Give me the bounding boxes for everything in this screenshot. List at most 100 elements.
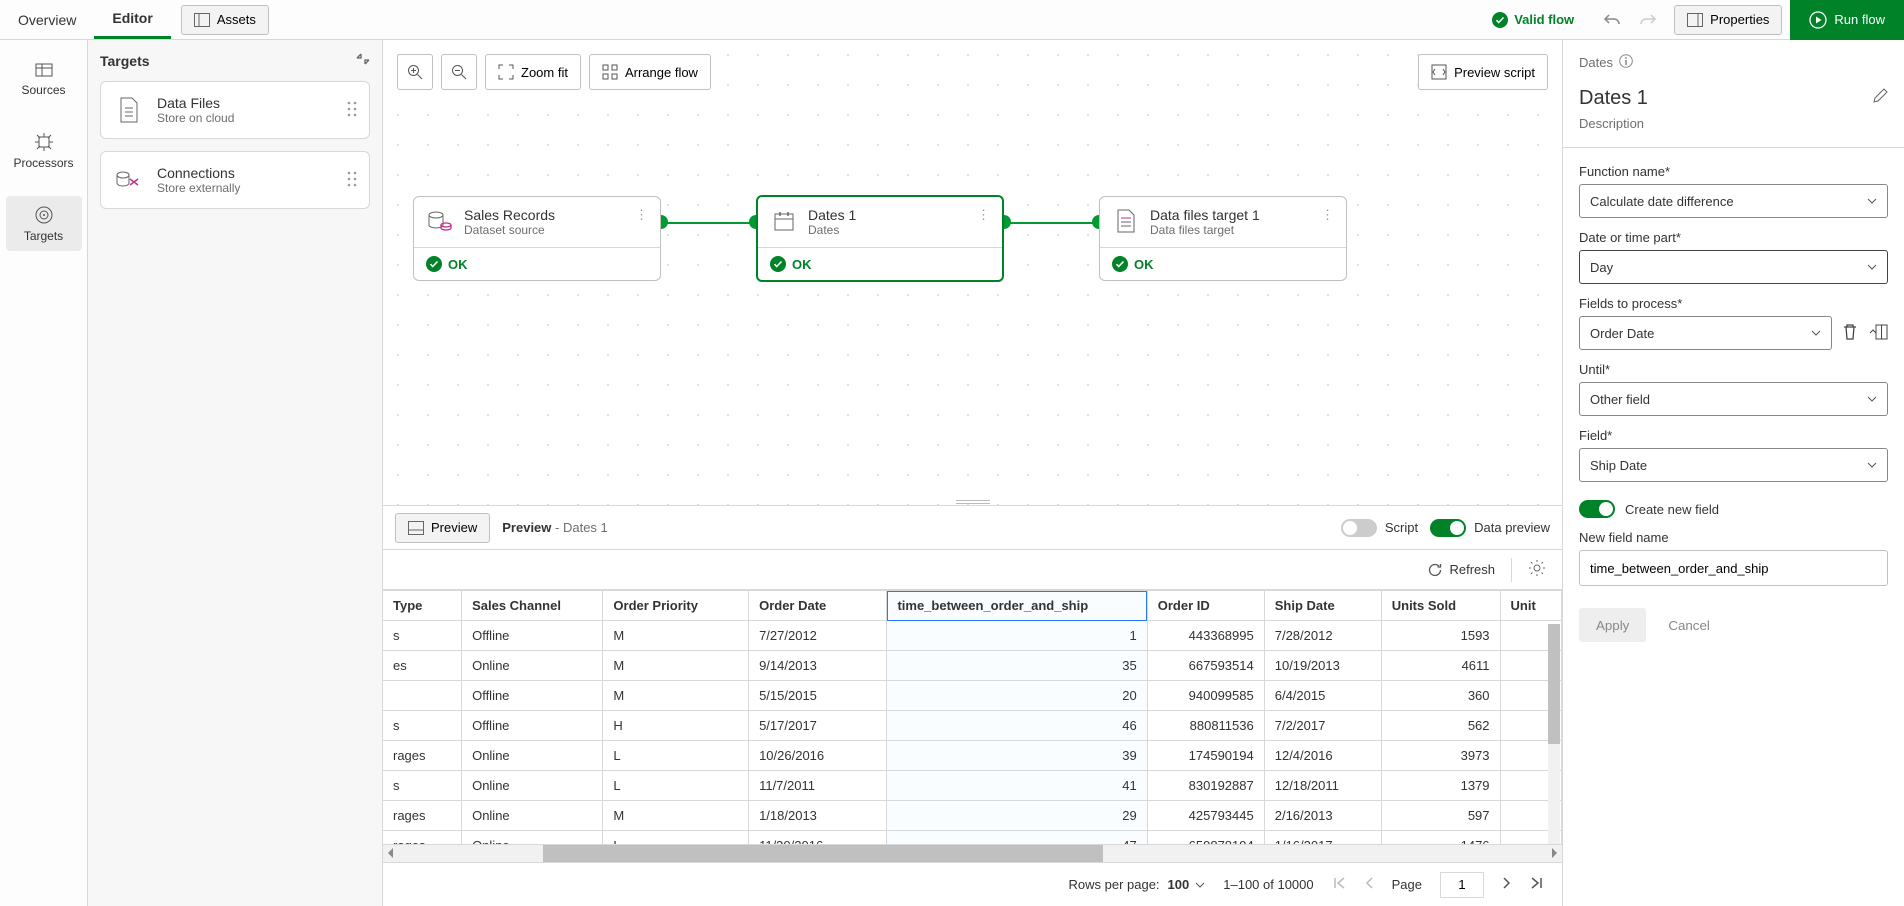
chevron-down-icon — [1867, 462, 1877, 468]
node-menu-button[interactable]: ⋮ — [977, 207, 990, 223]
create-new-field-toggle[interactable] — [1579, 500, 1615, 518]
info-icon[interactable] — [1619, 54, 1633, 71]
table-cell: 39 — [887, 741, 1147, 771]
trash-icon — [1842, 323, 1858, 341]
node-sales-records[interactable]: Sales Records Dataset source ⋮ OK — [413, 196, 661, 281]
drag-handle-icon[interactable] — [347, 170, 357, 191]
table-cell: L — [603, 741, 749, 771]
assets-button[interactable]: Assets — [181, 5, 269, 35]
column-header[interactable]: Ship Date — [1264, 591, 1381, 621]
undo-button[interactable] — [1594, 5, 1630, 35]
table-row[interactable]: ragesOnlineM1/18/2013294257934452/16/201… — [383, 801, 1562, 831]
table-row[interactable]: ragesOnlineL11/30/2016476598781941/16/20… — [383, 831, 1562, 845]
script-toggle[interactable] — [1341, 519, 1377, 537]
tab-editor[interactable]: Editor — [94, 0, 170, 39]
zoom-in-button[interactable] — [397, 54, 433, 90]
target-card-datafiles[interactable]: Data Files Store on cloud — [100, 81, 370, 139]
resize-handle[interactable] — [956, 500, 990, 504]
delete-field-button[interactable] — [1842, 323, 1858, 344]
column-header[interactable]: Order Priority — [603, 591, 749, 621]
file-icon — [117, 97, 141, 123]
data-preview-toggle[interactable] — [1430, 519, 1466, 537]
field-label: Field* — [1579, 428, 1888, 443]
table-row[interactable]: ragesOnlineL10/26/20163917459019412/4/20… — [383, 741, 1562, 771]
date-part-select[interactable]: Day — [1579, 250, 1888, 284]
check-circle-icon — [1112, 256, 1128, 272]
field-select[interactable]: Ship Date — [1579, 448, 1888, 482]
target-card-connections[interactable]: Connections Store externally — [100, 151, 370, 209]
flow-edge — [1004, 222, 1099, 224]
table-cell: 6/4/2015 — [1264, 681, 1381, 711]
table-cell: rages — [383, 801, 462, 831]
table-row[interactable]: OfflineM5/15/2015209400995856/4/2015360 — [383, 681, 1562, 711]
preview-target: - Dates 1 — [555, 520, 608, 535]
apply-button[interactable]: Apply — [1579, 608, 1646, 642]
table-cell: 11/7/2011 — [749, 771, 887, 801]
preview-script-button[interactable]: Preview script — [1418, 54, 1548, 90]
horizontal-scrollbar[interactable] — [383, 844, 1562, 862]
processors-icon — [33, 131, 55, 153]
zoom-out-button[interactable] — [441, 54, 477, 90]
refresh-button[interactable]: Refresh — [1427, 562, 1495, 578]
zoom-fit-button[interactable]: Zoom fit — [485, 54, 581, 90]
table-cell: 5/17/2017 — [749, 711, 887, 741]
until-select[interactable]: Other field — [1579, 382, 1888, 416]
drag-handle-icon[interactable] — [347, 100, 357, 121]
rail-sources[interactable]: Sources — [6, 54, 82, 105]
last-page-icon — [1530, 876, 1544, 890]
properties-button[interactable]: Properties — [1674, 5, 1782, 35]
column-header[interactable]: Units Sold — [1381, 591, 1500, 621]
table-cell: 425793445 — [1147, 801, 1264, 831]
new-field-name-input[interactable] — [1579, 550, 1888, 586]
table-cell: Online — [462, 831, 603, 845]
last-page-button[interactable] — [1530, 876, 1544, 893]
tab-overview[interactable]: Overview — [0, 0, 94, 39]
vertical-scrollbar[interactable] — [1548, 624, 1560, 844]
page-label: Page — [1392, 877, 1422, 892]
table-cell — [383, 681, 462, 711]
rail-targets[interactable]: Targets — [6, 196, 82, 251]
first-page-button[interactable] — [1332, 876, 1346, 893]
node-menu-button[interactable]: ⋮ — [635, 207, 648, 223]
page-input[interactable] — [1440, 872, 1484, 898]
table-cell: s — [383, 711, 462, 741]
table-row[interactable]: sOfflineM7/27/201214433689957/28/2012159… — [383, 621, 1562, 651]
function-name-select[interactable]: Calculate date difference — [1579, 184, 1888, 218]
collapse-panel-button[interactable] — [356, 52, 370, 69]
table-cell: 1 — [887, 621, 1147, 651]
chevron-down-icon — [1811, 330, 1821, 336]
node-menu-button[interactable]: ⋮ — [1321, 207, 1334, 223]
table-cell: 940099585 — [1147, 681, 1264, 711]
cancel-button[interactable]: Cancel — [1656, 608, 1722, 642]
run-flow-button[interactable]: Run flow — [1790, 0, 1904, 40]
next-page-button[interactable] — [1502, 876, 1512, 893]
rail-processors[interactable]: Processors — [6, 123, 82, 178]
prev-page-button[interactable] — [1364, 876, 1374, 893]
column-header[interactable]: Order Date — [749, 591, 887, 621]
breadcrumb[interactable]: Dates — [1579, 55, 1613, 70]
edit-title-button[interactable] — [1872, 87, 1888, 110]
flow-canvas[interactable]: Sales Records Dataset source ⋮ OK — [383, 40, 1562, 505]
column-header[interactable]: Unit — [1500, 591, 1561, 621]
column-header[interactable]: time_between_order_and_ship — [887, 591, 1147, 621]
fields-to-process-select[interactable]: Order Date — [1579, 316, 1832, 350]
arrange-flow-button[interactable]: Arrange flow — [589, 54, 711, 90]
node-dates-1[interactable]: Dates 1 Dates ⋮ OK — [756, 195, 1004, 282]
table-cell: 10/26/2016 — [749, 741, 887, 771]
card-subtitle: Store on cloud — [157, 111, 234, 125]
zoom-in-icon — [407, 64, 423, 80]
table-cell: 1/18/2013 — [749, 801, 887, 831]
column-header[interactable]: Type — [383, 591, 462, 621]
settings-button[interactable] — [1528, 559, 1546, 580]
table-row[interactable]: sOfflineH5/17/2017468808115367/2/2017562 — [383, 711, 1562, 741]
table-cell: 562 — [1381, 711, 1500, 741]
column-header[interactable]: Sales Channel — [462, 591, 603, 621]
table-row[interactable]: sOnlineL11/7/20114183019288712/18/201113… — [383, 771, 1562, 801]
add-field-button[interactable] — [1868, 324, 1888, 343]
table-row[interactable]: esOnlineM9/14/20133566759351410/19/20134… — [383, 651, 1562, 681]
node-data-files-target[interactable]: Data files target 1 Data files target ⋮ … — [1099, 196, 1347, 281]
preview-button[interactable]: Preview — [395, 513, 490, 543]
redo-button[interactable] — [1630, 5, 1666, 35]
rows-per-page-select[interactable]: 100 — [1168, 877, 1206, 892]
column-header[interactable]: Order ID — [1147, 591, 1264, 621]
